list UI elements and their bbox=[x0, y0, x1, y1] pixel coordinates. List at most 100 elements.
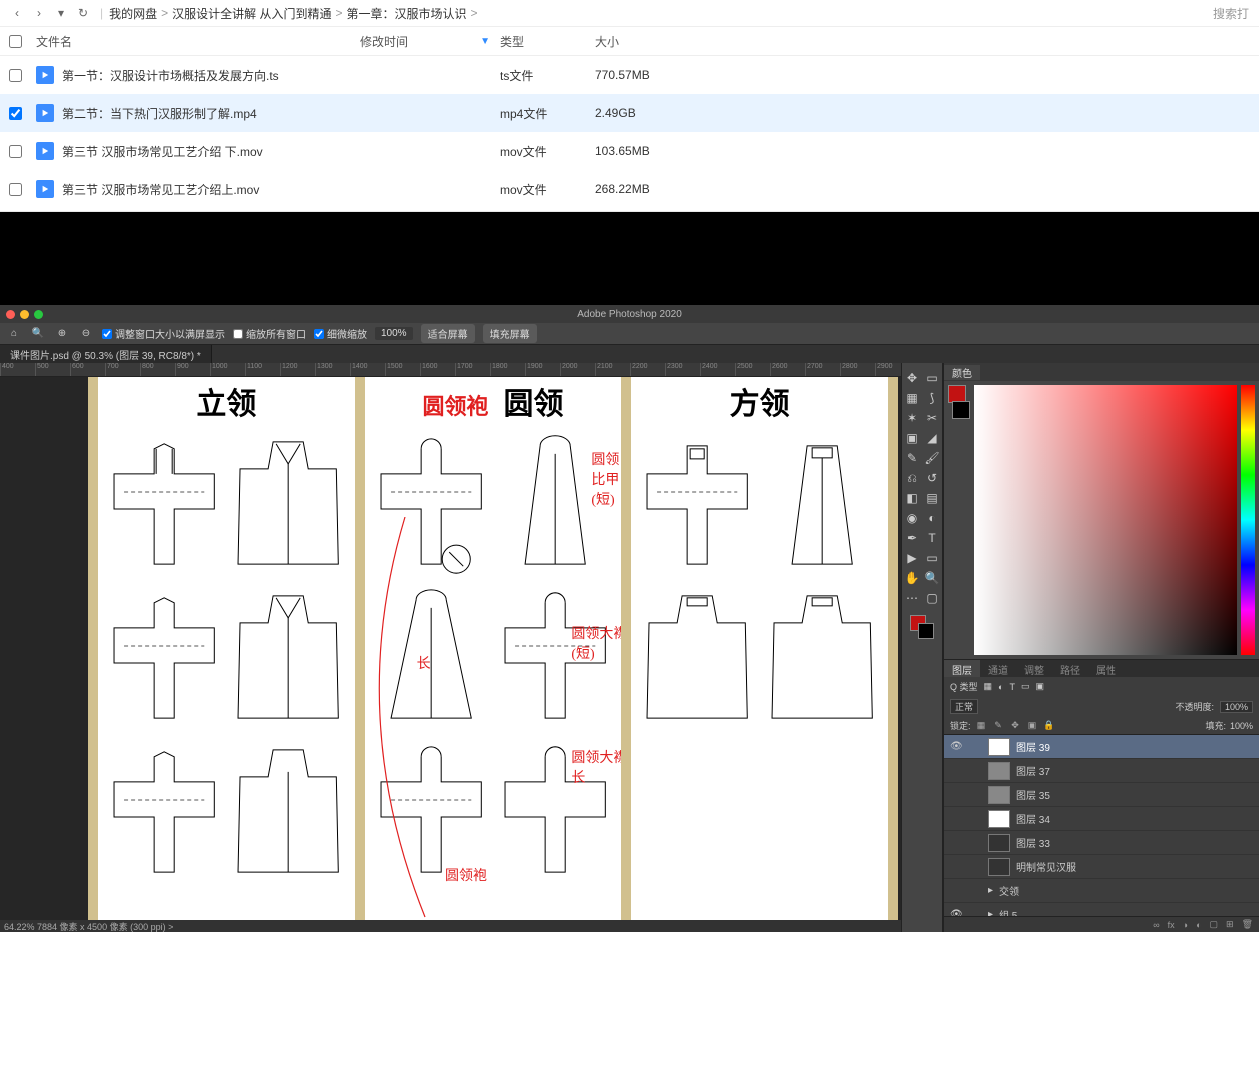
edit-toolbar-icon[interactable]: ⋯ bbox=[903, 589, 921, 607]
row-checkbox[interactable] bbox=[9, 69, 22, 82]
opt-zoom-all[interactable]: 缩放所有窗口 bbox=[233, 326, 306, 341]
col-size-header[interactable]: 大小 bbox=[595, 33, 675, 50]
link-layers-icon[interactable]: ∞ bbox=[1153, 920, 1159, 930]
opt-scrubby-zoom[interactable]: 细微缩放 bbox=[314, 326, 367, 341]
group-icon[interactable]: ▢ bbox=[1210, 919, 1219, 930]
path-tool-icon[interactable]: ▶ bbox=[903, 549, 921, 567]
col-time-header[interactable]: 修改时间▼ bbox=[360, 33, 500, 50]
new-layer-icon[interactable]: ⊞ bbox=[1226, 919, 1234, 930]
blend-mode-select[interactable]: 正常 bbox=[950, 699, 978, 714]
heal-tool-icon[interactable]: ✎ bbox=[903, 449, 921, 467]
history-brush-icon[interactable]: ↺ bbox=[923, 469, 941, 487]
row-checkbox[interactable] bbox=[9, 107, 22, 120]
hue-slider[interactable] bbox=[1241, 385, 1255, 655]
breadcrumb-2[interactable]: 第一章：汉服市场认识 bbox=[347, 5, 467, 22]
layer-row[interactable]: 图层 33 bbox=[944, 831, 1259, 855]
type-tool-icon[interactable]: T bbox=[923, 529, 941, 547]
blur-tool-icon[interactable]: ◉ bbox=[903, 509, 921, 527]
lock-trans-icon[interactable]: ▦ bbox=[975, 719, 988, 732]
nav-forward-button[interactable]: › bbox=[28, 2, 50, 24]
kind-label[interactable]: Q 类型 bbox=[950, 680, 978, 693]
stamp-tool-icon[interactable]: ⎌ bbox=[903, 469, 921, 487]
minimize-button[interactable] bbox=[20, 310, 29, 319]
fill-value[interactable]: 100% bbox=[1230, 721, 1253, 731]
table-row[interactable]: 第三节 汉服市场常见工艺介绍 下.movmov文件103.65MB bbox=[0, 132, 1259, 170]
layer-row[interactable]: 明制常见汉服 bbox=[944, 855, 1259, 879]
lock-pos-icon[interactable]: ✥ bbox=[1009, 719, 1022, 732]
opacity-value[interactable]: 100% bbox=[1220, 701, 1253, 713]
zoom-percent[interactable]: 100% bbox=[375, 327, 413, 340]
visibility-toggle[interactable]: 👁 bbox=[950, 909, 962, 916]
select-all-checkbox[interactable] bbox=[9, 35, 22, 48]
eraser-tool-icon[interactable]: ◧ bbox=[903, 489, 921, 507]
lock-pixel-icon[interactable]: ✎ bbox=[992, 719, 1005, 732]
layer-row[interactable]: 图层 35 bbox=[944, 783, 1259, 807]
opt-resize-windows[interactable]: 调整窗口大小以满屏显示 bbox=[102, 326, 225, 341]
move-tool-icon[interactable]: ✥ bbox=[903, 369, 921, 387]
tab-adjust[interactable]: 调整 bbox=[1016, 660, 1052, 677]
dodge-tool-icon[interactable]: ◐ bbox=[923, 509, 941, 527]
zoom-tool-icon[interactable]: 🔍 bbox=[30, 328, 46, 339]
zoom-out-icon[interactable]: ⊖ bbox=[78, 328, 94, 339]
breadcrumb-1[interactable]: 汉服设计全讲解 从入门到精通 bbox=[172, 5, 331, 22]
filter-smart-icon[interactable]: ▣ bbox=[1035, 681, 1044, 692]
tab-color[interactable]: 颜色 bbox=[944, 365, 980, 380]
tab-paths[interactable]: 路径 bbox=[1052, 660, 1088, 677]
row-checkbox[interactable] bbox=[9, 145, 22, 158]
filter-type-icon[interactable]: T bbox=[1009, 682, 1015, 692]
document-tab[interactable]: 课件图片.psd @ 50.3% (图层 39, RC8/8*) * bbox=[0, 345, 212, 363]
lasso-tool-icon[interactable]: ⟆ bbox=[923, 389, 941, 407]
zoom-in-icon[interactable]: ⊕ bbox=[54, 328, 70, 339]
marquee-tool-icon[interactable]: ▦ bbox=[903, 389, 921, 407]
fit-screen-button[interactable]: 适合屏幕 bbox=[421, 324, 475, 343]
mask-icon[interactable]: ◑ bbox=[1183, 920, 1188, 930]
crop-tool-icon[interactable]: ✂ bbox=[923, 409, 941, 427]
breadcrumb-root[interactable]: 我的网盘 bbox=[109, 5, 157, 22]
layer-row[interactable]: 图层 34 bbox=[944, 807, 1259, 831]
fg-bg-swatch[interactable] bbox=[910, 615, 934, 639]
canvas-area[interactable]: 立领 圆领袍 圆领 bbox=[0, 377, 901, 920]
layer-row[interactable]: 图层 37 bbox=[944, 759, 1259, 783]
tab-channels[interactable]: 通道 bbox=[980, 660, 1016, 677]
col-type-header[interactable]: 类型 bbox=[500, 33, 595, 50]
screen-mode-icon[interactable]: ▢ bbox=[923, 589, 941, 607]
adj-layer-icon[interactable]: ◐ bbox=[1196, 920, 1201, 930]
chevron-right-icon[interactable]: ▸ bbox=[988, 909, 993, 916]
chevron-right-icon[interactable]: ▸ bbox=[988, 885, 993, 896]
layer-row[interactable]: ▸交领 bbox=[944, 879, 1259, 903]
artboard-tool-icon[interactable]: ▭ bbox=[923, 369, 941, 387]
nav-refresh-button[interactable]: ↻ bbox=[72, 2, 94, 24]
trash-icon[interactable]: 🗑 bbox=[1242, 919, 1253, 930]
col-name-header[interactable]: 文件名 bbox=[30, 33, 360, 50]
maximize-button[interactable] bbox=[34, 310, 43, 319]
tab-layers[interactable]: 图层 bbox=[944, 660, 980, 677]
eyedrop-tool-icon[interactable]: ◢ bbox=[923, 429, 941, 447]
tab-props[interactable]: 属性 bbox=[1088, 660, 1124, 677]
layer-row[interactable]: 👁▸组 5 bbox=[944, 903, 1259, 916]
nav-back-button[interactable]: ‹ bbox=[6, 2, 28, 24]
color-field[interactable] bbox=[974, 385, 1237, 655]
shape-tool-icon[interactable]: ▭ bbox=[923, 549, 941, 567]
visibility-toggle[interactable]: 👁 bbox=[950, 741, 962, 752]
close-button[interactable] bbox=[6, 310, 15, 319]
filter-shape-icon[interactable]: ▭ bbox=[1021, 681, 1030, 692]
table-row[interactable]: 第三节 汉服市场常见工艺介绍上.movmov文件268.22MB bbox=[0, 170, 1259, 208]
brush-tool-icon[interactable]: 🖌 bbox=[923, 449, 941, 467]
wand-tool-icon[interactable]: ✶ bbox=[903, 409, 921, 427]
lock-nest-icon[interactable]: ▣ bbox=[1026, 719, 1039, 732]
swatch-fg-bg[interactable] bbox=[948, 385, 970, 655]
search-input[interactable]: 搜索打 bbox=[1213, 5, 1253, 22]
fx-icon[interactable]: fx bbox=[1168, 920, 1175, 930]
home-icon[interactable]: ⌂ bbox=[6, 328, 22, 339]
nav-dropdown-button[interactable]: ▾ bbox=[50, 2, 72, 24]
frame-tool-icon[interactable]: ▣ bbox=[903, 429, 921, 447]
table-row[interactable]: 第二节：当下热门汉服形制了解.mp4mp4文件2.49GB bbox=[0, 94, 1259, 132]
background-swatch[interactable] bbox=[952, 401, 970, 419]
lock-all-icon[interactable]: 🔒 bbox=[1043, 719, 1056, 732]
table-row[interactable]: 第一节：汉服设计市场概括及发展方向.tsts文件770.57MB bbox=[0, 56, 1259, 94]
fill-screen-button[interactable]: 填充屏幕 bbox=[483, 324, 537, 343]
filter-adj-icon[interactable]: ◐ bbox=[998, 682, 1003, 692]
pen-tool-icon[interactable]: ✒ bbox=[903, 529, 921, 547]
zoom-tool-icon[interactable]: 🔍 bbox=[923, 569, 941, 587]
hand-tool-icon[interactable]: ✋ bbox=[903, 569, 921, 587]
